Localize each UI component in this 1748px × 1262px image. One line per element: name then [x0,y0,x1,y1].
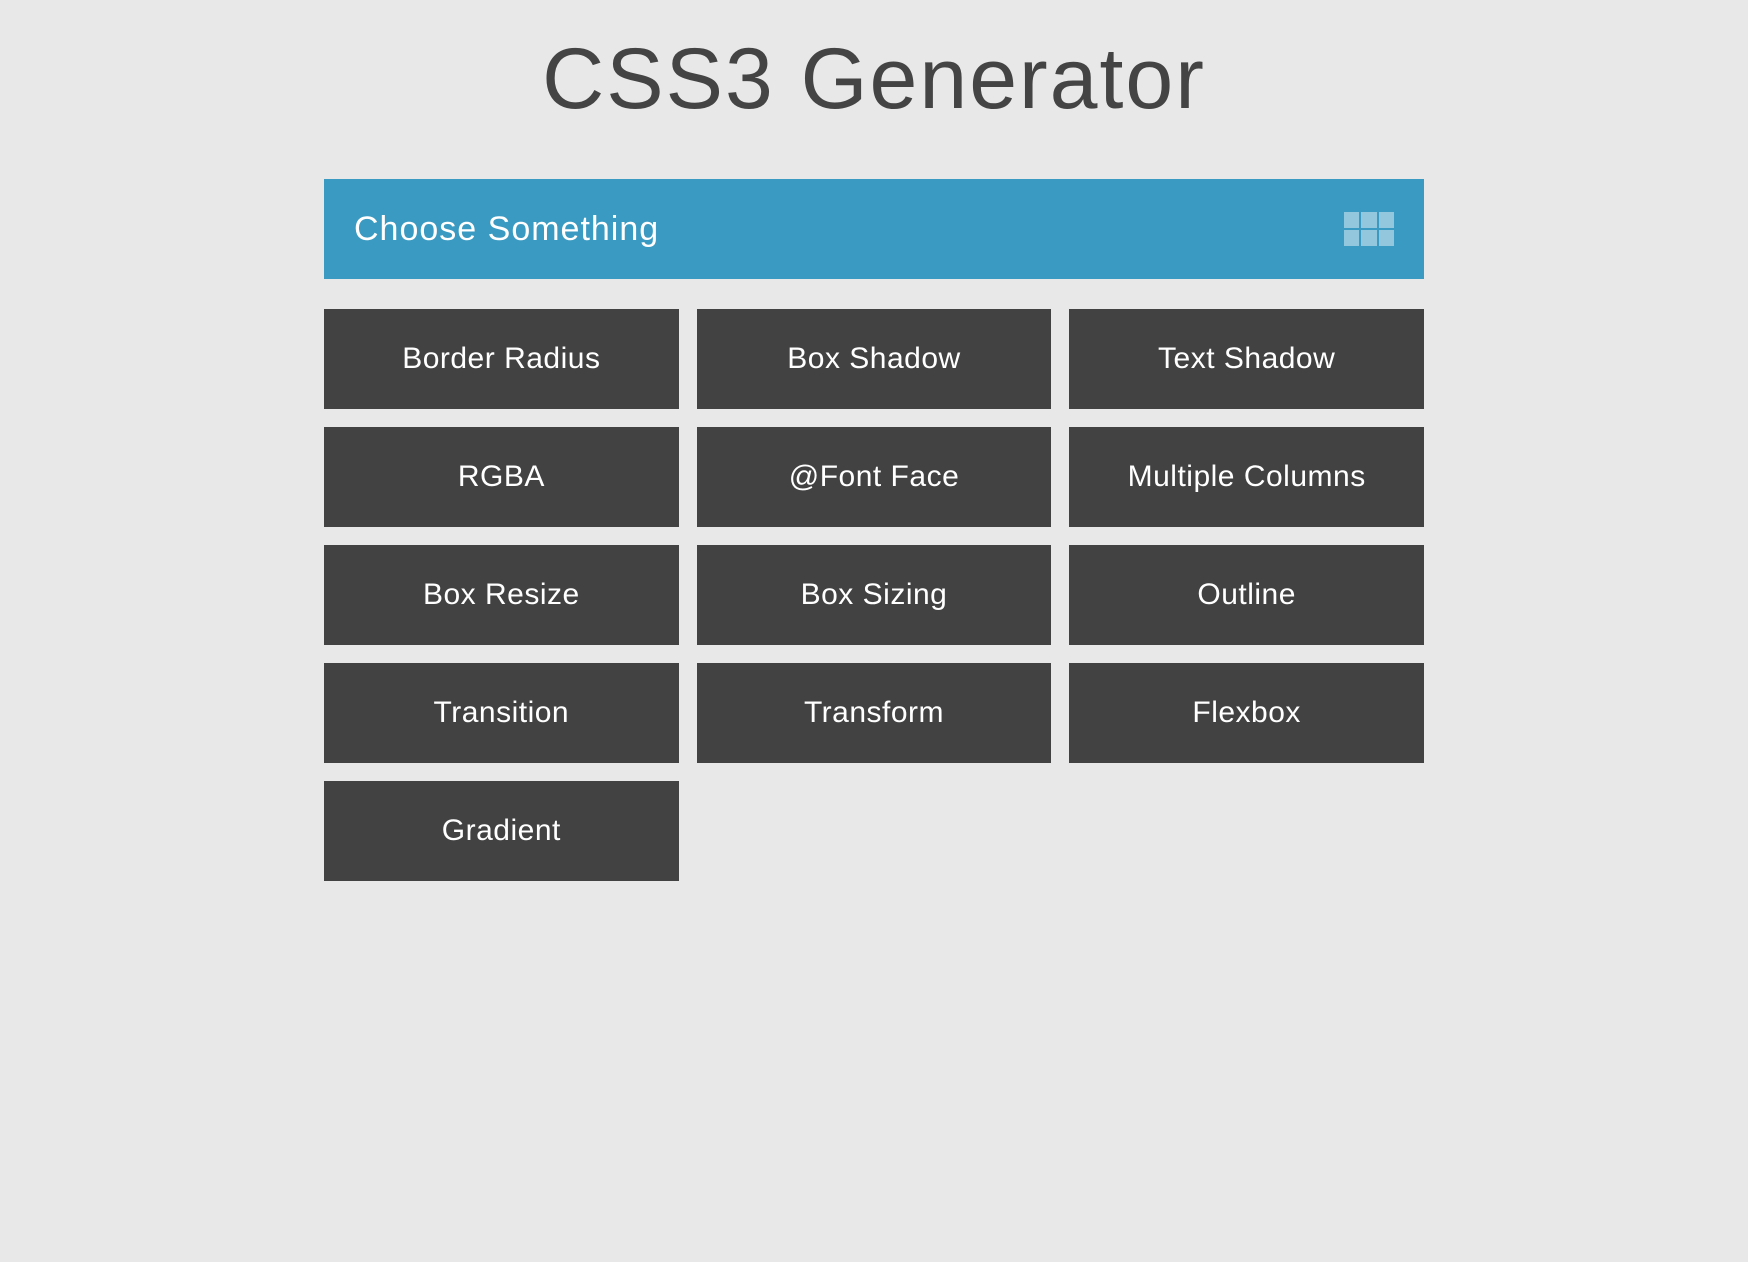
tile-box-shadow[interactable]: Box Shadow [697,309,1052,409]
tile-label: Box Sizing [801,578,948,612]
tile-label: Border Radius [402,342,600,376]
app-container: CSS3 Generator Choose Something Border R… [324,0,1424,881]
tile-transition[interactable]: Transition [324,663,679,763]
tile-outline[interactable]: Outline [1069,545,1424,645]
tile-gradient[interactable]: Gradient [324,781,679,881]
tile-label: Transform [804,696,944,730]
tile-label: Gradient [442,814,561,848]
tile-label: Multiple Columns [1128,460,1366,494]
page-title: CSS3 Generator [324,30,1424,129]
tile-transform[interactable]: Transform [697,663,1052,763]
tile-label: Flexbox [1192,696,1301,730]
grid-icon [1344,212,1394,246]
tile-border-radius[interactable]: Border Radius [324,309,679,409]
tile-rgba[interactable]: RGBA [324,427,679,527]
tiles-grid: Border Radius Box Shadow Text Shadow RGB… [324,309,1424,881]
tile-box-sizing[interactable]: Box Sizing [697,545,1052,645]
tile-text-shadow[interactable]: Text Shadow [1069,309,1424,409]
tile-font-face[interactable]: @Font Face [697,427,1052,527]
tile-multiple-columns[interactable]: Multiple Columns [1069,427,1424,527]
dropdown-bar[interactable]: Choose Something [324,179,1424,279]
tile-label: Transition [434,696,570,730]
dropdown-label: Choose Something [354,210,659,249]
tile-box-resize[interactable]: Box Resize [324,545,679,645]
tile-flexbox[interactable]: Flexbox [1069,663,1424,763]
tile-label: @Font Face [789,460,960,494]
tile-label: RGBA [458,460,545,494]
tile-label: Box Shadow [787,342,960,376]
tile-label: Text Shadow [1158,342,1335,376]
tile-label: Box Resize [423,578,580,612]
tile-label: Outline [1197,578,1296,612]
